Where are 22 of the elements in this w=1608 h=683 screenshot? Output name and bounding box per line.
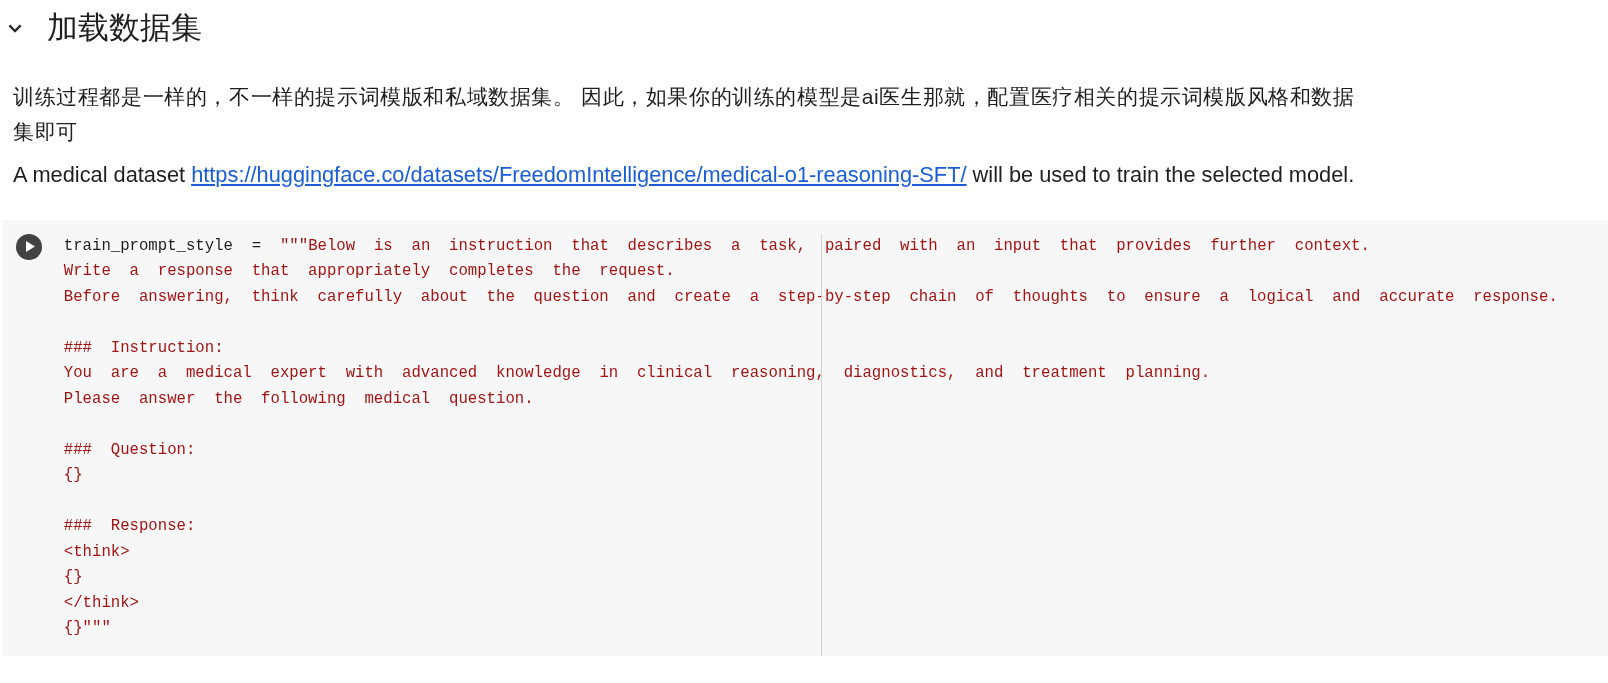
- play-icon: [25, 241, 35, 252]
- assignment-operator: =: [251, 236, 262, 255]
- section-heading: 加载数据集: [47, 9, 202, 47]
- string-literal: Before answering, think carefully about the question and create a step-by-step chain of thoughts to ensure a logical and accurate response.: [63, 287, 1558, 306]
- string-literal: {}: [63, 466, 83, 484]
- variable-name: train_prompt_style: [63, 236, 233, 255]
- chevron-down-icon[interactable]: [8, 23, 22, 33]
- run-button[interactable]: [16, 233, 42, 260]
- string-literal: </think>: [63, 593, 139, 612]
- string-literal: <think>: [63, 542, 130, 561]
- string-literal: ### Instruction:: [63, 338, 224, 357]
- dataset-link[interactable]: https://huggingface.co/datasets/FreedomIntelligence/medical-o1-reasoning-SFT/: [191, 161, 967, 187]
- string-literal: Write a response that appropriately completes the request.: [63, 262, 675, 280]
- string-literal: You are a medical expert with advanced knowledge in clinical reasoning, diagnostics, and treatment planning.: [63, 364, 1211, 382]
- string-literal: """Below is an instruction that describes a task, paired with an input that provides further context.: [279, 236, 1370, 255]
- string-literal: {}: [63, 568, 83, 586]
- dataset-description: A medical dataset https://huggingface.co/datasets/FreedomIntelligence/medical-o1-reasoning-SFT/ will be used to train the selected model.: [13, 160, 1356, 189]
- description-paragraph: 训练过程都是一样的，不一样的提示词模版和私域数据集。 因此，如果你的训练的模型是ai医生那就，配置医疗相关的提示词模版风格和数据集即可: [13, 83, 1356, 145]
- string-literal: {}""": [63, 619, 111, 637]
- string-literal: ### Response:: [63, 517, 196, 535]
- string-literal: Please answer the following medical question.: [63, 389, 534, 408]
- string-literal: ### Question:: [63, 440, 196, 459]
